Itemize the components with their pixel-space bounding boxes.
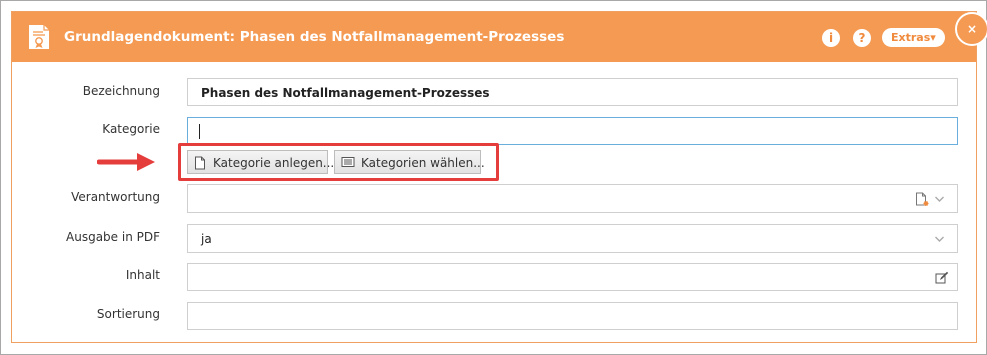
- close-button[interactable]: ×: [955, 12, 987, 46]
- arrow-right-icon: [97, 153, 155, 171]
- inhalt-label: Inhalt: [125, 268, 160, 282]
- help-button[interactable]: ?: [853, 29, 871, 47]
- sortierung-field[interactable]: [187, 302, 958, 330]
- text-cursor: [199, 124, 200, 139]
- edit-icon[interactable]: [935, 271, 949, 284]
- sortierung-label: Sortierung: [96, 307, 160, 321]
- document-certificate-icon: [29, 25, 49, 49]
- kategorie-label: Kategorie: [102, 122, 160, 136]
- info-button[interactable]: i: [822, 29, 840, 47]
- new-document-orange-icon: [916, 192, 929, 206]
- inhalt-field[interactable]: [187, 263, 958, 291]
- close-icon: ×: [966, 22, 978, 36]
- bezeichnung-value: Phasen des Notfallmanagement-Prozesses: [201, 86, 490, 100]
- ausgabe-pdf-select[interactable]: ja: [187, 224, 958, 253]
- help-icon: ?: [858, 31, 866, 45]
- dialog: Grundlagendokument: Phasen des Notfallma…: [11, 11, 987, 343]
- verantwortung-select[interactable]: [187, 184, 958, 213]
- chevron-down-icon: [935, 196, 944, 202]
- ausgabe-pdf-label: Ausgabe in PDF: [66, 230, 160, 244]
- dialog-title: Grundlagendokument: Phasen des Notfallma…: [64, 29, 565, 45]
- dialog-titlebar: Grundlagendokument: Phasen des Notfallma…: [12, 12, 976, 62]
- kategorie-field[interactable]: [187, 117, 958, 145]
- info-icon: i: [828, 31, 834, 45]
- ausgabe-pdf-value: ja: [201, 232, 212, 246]
- buttons-highlight-box: [178, 143, 499, 181]
- chevron-down-icon: [935, 236, 944, 242]
- bezeichnung-label: Bezeichnung: [82, 84, 160, 98]
- verantwortung-label: Verantwortung: [71, 190, 160, 204]
- extras-menu-button[interactable]: Extras▾: [882, 28, 945, 47]
- bezeichnung-field[interactable]: Phasen des Notfallmanagement-Prozesses: [187, 78, 958, 106]
